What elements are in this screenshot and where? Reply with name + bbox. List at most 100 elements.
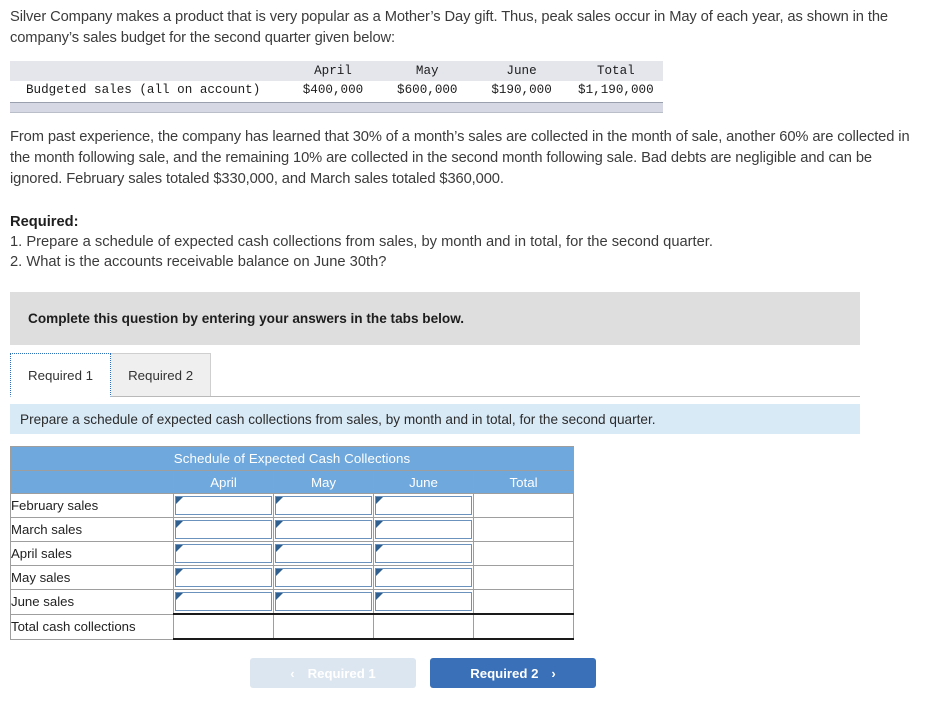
schedule-of-expected-cash-collections-table: Schedule of Expected Cash Collections Ap… xyxy=(9,446,575,640)
tab-required-2-label: Required 2 xyxy=(128,368,194,383)
schedule-row-label: March sales xyxy=(10,517,174,542)
required-heading: Required: xyxy=(10,214,79,230)
schedule-input-cell[interactable] xyxy=(273,565,374,590)
next-button-label: Required 2 xyxy=(470,665,539,681)
answer-input[interactable] xyxy=(375,568,472,587)
budget-header-april: April xyxy=(314,64,352,78)
schedule-input-cell[interactable] xyxy=(173,517,274,542)
schedule-input-cell[interactable] xyxy=(273,589,374,615)
answer-input[interactable] xyxy=(275,544,372,563)
budgeted-sales-table: April May June Total Budgeted sales (all… xyxy=(10,61,663,113)
schedule-row-label: Total cash collections xyxy=(10,613,174,640)
schedule-empty-cell xyxy=(373,613,474,640)
schedule-input-cell[interactable] xyxy=(373,541,474,566)
answer-input[interactable] xyxy=(175,592,272,611)
schedule-row-label: February sales xyxy=(10,493,174,518)
schedule-empty-cell xyxy=(472,517,575,542)
table-row: June sales xyxy=(10,589,575,615)
instructions-banner-text: Complete this question by entering your … xyxy=(28,311,465,326)
task-instruction-text: Prepare a schedule of expected cash coll… xyxy=(20,411,656,427)
answer-input[interactable] xyxy=(375,544,472,563)
schedule-input-cell[interactable] xyxy=(173,541,274,566)
schedule-header-row: April May June Total xyxy=(10,470,575,494)
table-row: Budgeted sales (all on account) $400,000… xyxy=(10,81,663,99)
answer-input[interactable] xyxy=(375,592,472,611)
tab-bar: Required 1 Required 2 xyxy=(10,353,860,397)
schedule-empty-cell xyxy=(472,565,575,590)
schedule-empty-cell xyxy=(472,613,575,640)
next-required-2-button[interactable]: Required 2 › xyxy=(430,658,596,688)
schedule-table-body: February sales March sales April sales May … xyxy=(10,493,575,640)
schedule-header-april: April xyxy=(173,470,274,494)
schedule-header-total: Total xyxy=(472,470,575,494)
answer-input[interactable] xyxy=(275,568,372,587)
budget-header-total: Total xyxy=(596,64,635,78)
budget-value-june: $190,000 xyxy=(491,83,552,97)
schedule-empty-cell xyxy=(472,589,575,615)
schedule-table-title: Schedule of Expected Cash Collections xyxy=(9,446,575,471)
answer-input[interactable] xyxy=(175,544,272,563)
required-item-1: 1. Prepare a schedule of expected cash c… xyxy=(10,234,713,250)
schedule-input-cell[interactable] xyxy=(273,541,374,566)
schedule-row-label: April sales xyxy=(10,541,174,566)
budget-table-bottom-rule xyxy=(10,102,663,113)
answer-input[interactable] xyxy=(375,520,472,539)
budget-table-head: April May June Total xyxy=(10,61,663,81)
schedule-header-june: June xyxy=(373,470,474,494)
schedule-row-label: June sales xyxy=(10,589,174,615)
schedule-input-cell[interactable] xyxy=(373,493,474,518)
table-row: March sales xyxy=(10,517,575,542)
schedule-empty-cell xyxy=(472,541,575,566)
schedule-input-cell[interactable] xyxy=(173,589,274,615)
table-row: Total cash collections xyxy=(10,613,575,640)
instructions-banner: Complete this question by entering your … xyxy=(10,292,860,345)
answer-input[interactable] xyxy=(175,520,272,539)
tab-required-1[interactable]: Required 1 xyxy=(10,353,112,397)
schedule-input-cell[interactable] xyxy=(373,565,474,590)
prev-button-label: Required 1 xyxy=(307,665,376,681)
budget-header-row: April May June Total xyxy=(10,61,663,81)
budget-header-blank xyxy=(10,61,286,81)
schedule-row-label: May sales xyxy=(10,565,174,590)
schedule-title-row: Schedule of Expected Cash Collections xyxy=(9,446,575,471)
schedule-header-blank xyxy=(10,470,174,494)
schedule-table-head: Schedule of Expected Cash Collections Ap… xyxy=(9,446,575,494)
task-instruction-strip: Prepare a schedule of expected cash coll… xyxy=(10,404,860,434)
table-row: May sales xyxy=(10,565,575,590)
budget-table: April May June Total Budgeted sales (all… xyxy=(10,61,663,99)
problem-paragraph-1: Silver Company makes a product that is v… xyxy=(10,9,888,46)
required-item-2: 2. What is the accounts receivable balan… xyxy=(10,254,387,270)
answer-input[interactable] xyxy=(275,592,372,611)
prev-required-1-button[interactable]: ‹ Required 1 xyxy=(250,658,416,688)
answer-input[interactable] xyxy=(275,496,372,515)
schedule-input-cell[interactable] xyxy=(373,517,474,542)
budget-row-label: Budgeted sales (all on account) xyxy=(26,83,261,97)
schedule-empty-cell xyxy=(273,613,374,640)
schedule-empty-cell xyxy=(472,493,575,518)
problem-paragraph-2: From past experience, the company has le… xyxy=(10,129,910,187)
table-row: April sales xyxy=(10,541,575,566)
schedule-input-cell[interactable] xyxy=(173,565,274,590)
answer-input[interactable] xyxy=(275,520,372,539)
table-row: February sales xyxy=(10,493,575,518)
budget-header-june: June xyxy=(506,64,537,78)
schedule-input-cell[interactable] xyxy=(273,517,374,542)
schedule-input-cell[interactable] xyxy=(373,589,474,615)
schedule-table-container: Schedule of Expected Cash Collections Ap… xyxy=(9,446,575,640)
tab-required-2[interactable]: Required 2 xyxy=(110,353,212,397)
tab-bar-underline xyxy=(10,396,860,397)
budget-value-total: $1,190,000 xyxy=(578,83,654,97)
schedule-input-cell[interactable] xyxy=(173,493,274,518)
chevron-left-icon: ‹ xyxy=(290,665,295,681)
tab-required-1-label: Required 1 xyxy=(28,368,94,383)
budget-table-body: Budgeted sales (all on account) $400,000… xyxy=(10,81,663,99)
answer-input[interactable] xyxy=(175,496,272,515)
answer-input[interactable] xyxy=(175,568,272,587)
schedule-input-cell[interactable] xyxy=(273,493,374,518)
schedule-header-may: May xyxy=(273,470,374,494)
schedule-empty-cell xyxy=(173,613,274,640)
chevron-right-icon: › xyxy=(551,665,556,681)
answer-input[interactable] xyxy=(375,496,472,515)
navigation-buttons: ‹ Required 1 Required 2 › xyxy=(0,658,933,688)
required-block: Required: 1. Prepare a schedule of expec… xyxy=(0,190,933,272)
